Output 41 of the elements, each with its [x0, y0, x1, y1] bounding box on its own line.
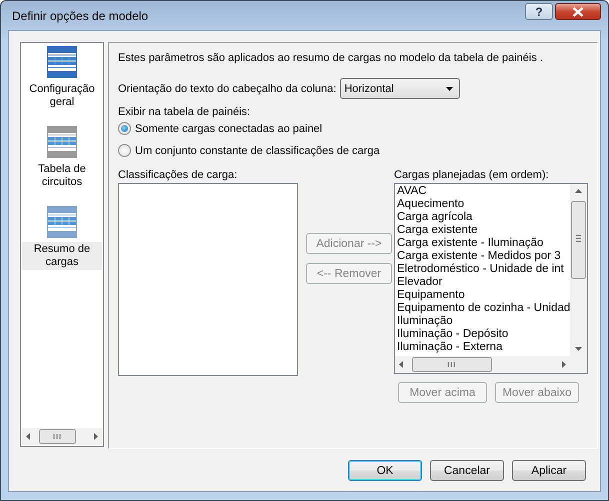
list-item[interactable]: Iluminação - Externa	[397, 341, 568, 354]
list-label: Classificações de carga:	[118, 169, 238, 181]
horizontal-scrollbar[interactable]	[22, 428, 102, 445]
table-icon	[47, 126, 77, 158]
horizontal-scrollbar[interactable]	[395, 356, 570, 373]
radio-button[interactable]	[118, 144, 131, 157]
radio-label[interactable]: Um conjunto constante de classificações de carga	[135, 144, 380, 156]
sidebar-item[interactable]: Tabela de circuitos	[22, 162, 102, 190]
list-item[interactable]: Equipamento	[397, 289, 568, 302]
orientation-dropdown[interactable]: Horizontal	[340, 78, 460, 99]
list-item[interactable]: Carga agrícola	[397, 211, 568, 224]
list-label: Cargas planejadas (em ordem):	[394, 169, 550, 181]
close-icon[interactable]	[572, 6, 584, 16]
radio-button[interactable]	[118, 122, 131, 135]
help-button[interactable]: ?	[525, 3, 553, 20]
display-label: Exibir na tabela de painéis:	[118, 106, 252, 118]
list-item[interactable]: Eletrodoméstico - Unidade de int	[397, 263, 568, 276]
sidebar-item[interactable]: Configuração geral	[22, 82, 102, 110]
list-item[interactable]: Iluminação	[397, 315, 568, 328]
orientation-label: Orientação do texto do cabeçalho da coluna:	[118, 82, 336, 94]
apply-button[interactable]: Aplicar	[512, 460, 586, 481]
list-item[interactable]: Equipamento de cozinha - Unidad	[397, 302, 568, 315]
dropdown-arrow-icon[interactable]	[446, 86, 454, 90]
vertical-scrollbar[interactable]	[570, 184, 587, 356]
list-item[interactable]: AVAC	[397, 185, 568, 198]
ok-button[interactable]: OK	[348, 460, 422, 481]
table-icon	[47, 206, 77, 238]
list-item[interactable]: Aquecimento	[397, 198, 568, 211]
cancel-button[interactable]: Cancelar	[430, 460, 504, 481]
radio-label[interactable]: Somente cargas conectadas ao painel	[135, 122, 322, 134]
sidebar-item[interactable]: Resumo de cargas	[22, 242, 102, 270]
list-item[interactable]: Carga existente - Iluminação	[397, 237, 568, 250]
window-title: Definir opções de modelo	[12, 8, 148, 22]
table-icon	[47, 46, 77, 78]
description-text: Estes parâmetros são aplicados ao resumo de cargas no modelo da tabela de painéis .	[118, 52, 544, 64]
list-item[interactable]: Carga existente	[397, 224, 568, 237]
list-box[interactable]	[394, 183, 588, 374]
list-item[interactable]: Elevador	[397, 276, 568, 289]
list-item[interactable]: Carga existente - Medidos por 3	[397, 250, 568, 263]
close-button[interactable]	[555, 3, 601, 20]
list-item[interactable]: Iluminação - Depósito	[397, 328, 568, 341]
